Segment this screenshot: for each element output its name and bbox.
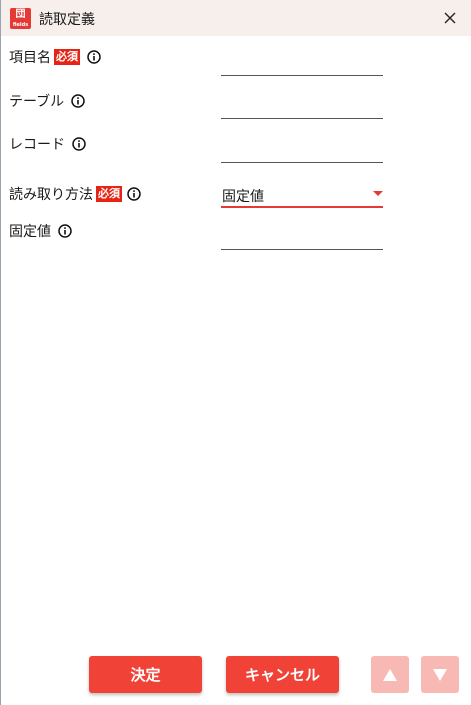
move-down-button[interactable] <box>421 656 459 693</box>
record-label-row: レコード <box>9 134 86 154</box>
table-label-row: テーブル <box>9 91 85 111</box>
app-logo-icon: 団 fields <box>10 8 31 29</box>
read-method-select[interactable]: 固定値 <box>221 182 383 208</box>
move-up-button[interactable] <box>371 656 409 693</box>
read-method-label: 読み取り方法 <box>9 187 93 203</box>
item-name-label: 項目名 <box>9 50 51 66</box>
record-label: レコード <box>9 137 65 153</box>
item-name-input[interactable] <box>221 48 383 76</box>
info-icon[interactable] <box>72 137 86 151</box>
fixed-value-label: 固定値 <box>9 224 51 240</box>
table-label: テーブル <box>9 94 65 110</box>
close-icon <box>444 12 456 24</box>
confirm-button[interactable]: 決定 <box>89 656 202 693</box>
triangle-down-icon <box>433 668 447 681</box>
fixed-value-input[interactable] <box>221 222 383 250</box>
record-input[interactable] <box>221 135 383 163</box>
title-bar: 団 fields 読取定義 <box>1 0 471 36</box>
info-icon[interactable] <box>127 187 141 201</box>
read-method-selected-value: 固定値 <box>222 189 264 205</box>
item-name-label-row: 項目名 必須 <box>9 47 101 67</box>
fixed-value-label-row: 固定値 <box>9 221 72 241</box>
cancel-button[interactable]: キャンセル <box>226 656 339 693</box>
table-input[interactable] <box>221 91 383 119</box>
dropdown-caret-icon <box>373 191 383 196</box>
required-badge: 必須 <box>54 49 80 65</box>
info-icon[interactable] <box>71 94 85 108</box>
close-button[interactable] <box>437 5 463 31</box>
info-icon[interactable] <box>58 224 72 238</box>
triangle-up-icon <box>383 668 397 681</box>
required-badge: 必須 <box>96 186 122 202</box>
read-method-label-row: 読み取り方法 必須 <box>9 184 141 204</box>
window-title: 読取定義 <box>39 12 95 28</box>
info-icon[interactable] <box>87 50 101 64</box>
